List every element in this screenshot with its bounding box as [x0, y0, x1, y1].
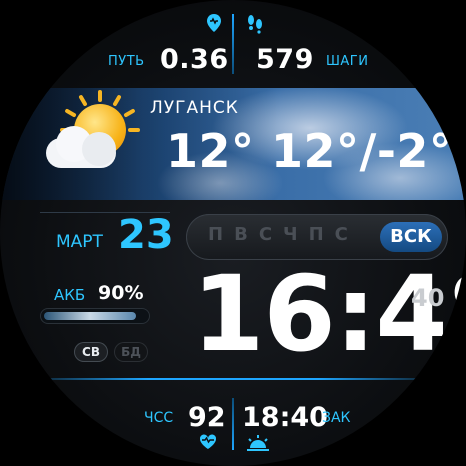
steps-value[interactable]: 579 [256, 44, 314, 75]
weekday-item: В [234, 224, 249, 245]
footsteps-icon [248, 15, 262, 34]
steps-label: ШАГИ [326, 54, 369, 69]
month-label: МАРТ [56, 232, 103, 252]
weekday-item: Ч [283, 224, 299, 245]
sunset-icon [247, 435, 269, 451]
heart-rate-value[interactable]: 92 [188, 402, 226, 433]
weather-city[interactable]: ЛУГАНСК [150, 98, 239, 118]
battery-value[interactable]: 90% [98, 282, 143, 304]
bottom-frame-line [20, 378, 446, 380]
weekday-item: П [308, 224, 325, 245]
top-divider [232, 14, 234, 74]
day-number[interactable]: 23 [118, 212, 174, 258]
weekday-item: С [258, 224, 274, 245]
toggle-sv[interactable]: СВ [74, 342, 108, 362]
weekday-item: С [334, 224, 349, 245]
battery-label: АКБ [54, 286, 86, 304]
weather-temperatures[interactable]: 12° 12°/-2° [166, 124, 452, 178]
battery-bar-fill [44, 312, 136, 320]
toggle-bd[interactable]: БД [114, 342, 148, 362]
distance-label: ПУТЬ [108, 54, 145, 69]
cloud-shape [82, 132, 116, 166]
heart-rate-label: ЧСС [144, 410, 174, 426]
active-weekday: ВСК [380, 222, 442, 252]
weekday-list: П В С Ч П С [208, 224, 349, 245]
weekday-item: П [208, 224, 225, 245]
watch-face: ПУТЬ 0.36 579 ШАГИ ЛУГАНСК 12° 12°/-2° М… [0, 0, 466, 466]
heart-rate-icon [199, 434, 217, 449]
location-icon [207, 14, 221, 32]
clock-seconds: 40 [411, 284, 445, 312]
sunset-label: ЗАК [322, 410, 351, 426]
bottom-divider [232, 398, 234, 450]
distance-value[interactable]: 0.36 [160, 44, 229, 75]
clock-time: 16:48 [192, 253, 466, 375]
sunset-time[interactable]: 18:40 [242, 402, 328, 433]
